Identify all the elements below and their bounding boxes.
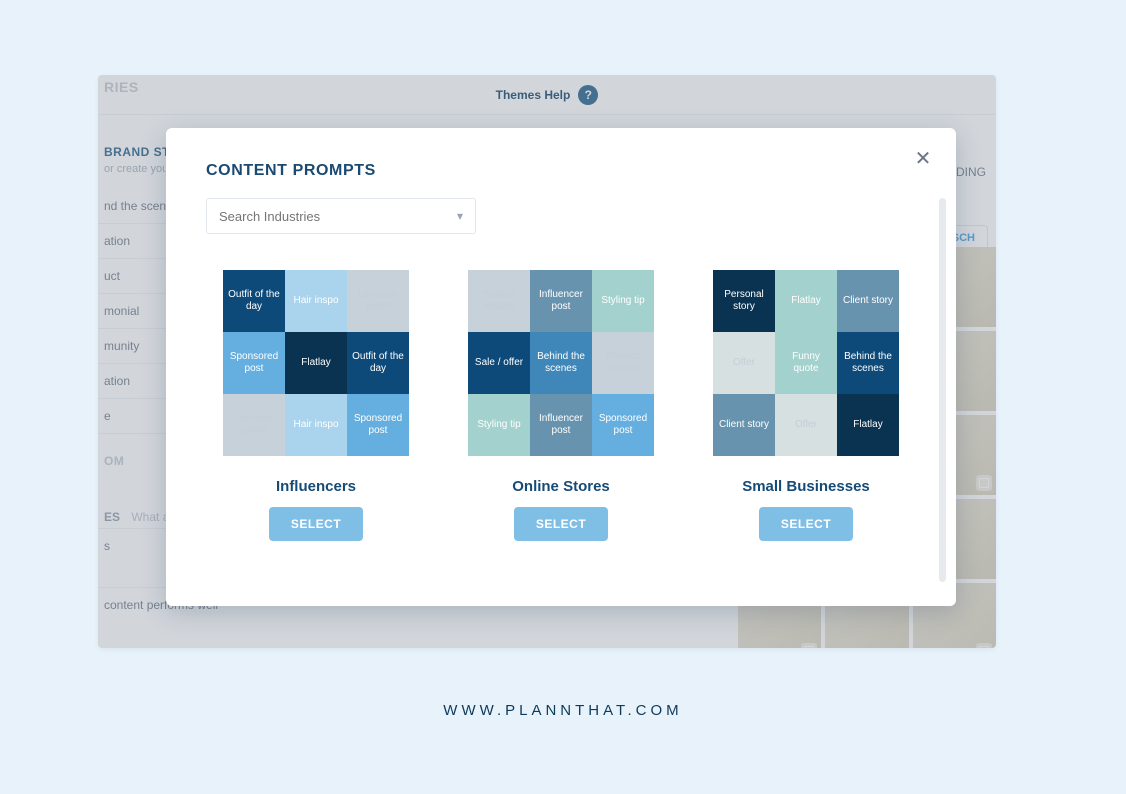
prompt-tile[interactable]: Offer [775, 394, 837, 456]
select-button[interactable]: SELECT [514, 507, 608, 541]
prompt-tile[interactable]: Styling tip [468, 394, 530, 456]
card-title: Influencers [276, 478, 356, 495]
tile-grid: Outfit of the dayHair inspoUp-close phot… [223, 270, 409, 456]
prompt-tile[interactable]: Up-close photo [223, 394, 285, 456]
prompt-tile[interactable]: Sponsored post [223, 332, 285, 394]
cards-row: Outfit of the dayHair inspoUp-close phot… [206, 270, 916, 541]
prompt-card: Outfit of the dayHair inspoUp-close phot… [216, 270, 416, 541]
card-title: Small Businesses [742, 478, 870, 495]
search-industries[interactable]: ▾ [206, 198, 476, 234]
prompt-tile[interactable]: Sponsored post [592, 394, 654, 456]
prompt-tile[interactable]: Sale / offer [468, 332, 530, 394]
chevron-down-icon[interactable]: ▾ [457, 209, 463, 223]
prompt-tile[interactable]: Flatlay [775, 270, 837, 332]
content-prompts-modal: ✕ CONTENT PROMPTS ▾ Outfit of the dayHai… [166, 128, 956, 606]
prompt-tile[interactable]: Behind the scenes [530, 332, 592, 394]
prompt-tile[interactable]: Hair inspo [285, 270, 347, 332]
prompt-tile[interactable]: Behind the scenes [837, 332, 899, 394]
tile-grid: Personal storyFlatlayClient storyOfferFu… [713, 270, 899, 456]
prompt-tile[interactable]: Styling tip [592, 270, 654, 332]
prompt-card: Personal storyFlatlayClient storyOfferFu… [706, 270, 906, 541]
prompt-tile[interactable]: Product feature [468, 270, 530, 332]
prompt-card: Product featureInfluencer postStyling ti… [461, 270, 661, 541]
prompt-tile[interactable]: Offer [713, 332, 775, 394]
card-title: Online Stores [512, 478, 610, 495]
close-icon[interactable]: ✕ [910, 146, 936, 172]
prompt-tile[interactable]: Product feature [592, 332, 654, 394]
prompt-tile[interactable]: Outfit of the day [223, 270, 285, 332]
prompt-tile[interactable]: Sponsored post [347, 394, 409, 456]
page-footer-url: WWW.PLANNTHAT.COM [0, 702, 1126, 719]
prompt-tile[interactable]: Influencer post [530, 270, 592, 332]
prompt-tile[interactable]: Hair inspo [285, 394, 347, 456]
prompt-tile[interactable]: Personal story [713, 270, 775, 332]
prompt-tile[interactable]: Influencer post [530, 394, 592, 456]
tile-grid: Product featureInfluencer postStyling ti… [468, 270, 654, 456]
prompt-tile[interactable]: Flatlay [285, 332, 347, 394]
prompt-tile[interactable]: Flatlay [837, 394, 899, 456]
prompt-tile[interactable]: Client story [713, 394, 775, 456]
prompt-tile[interactable]: Client story [837, 270, 899, 332]
modal-title: CONTENT PROMPTS [206, 162, 916, 180]
modal-scrollbar[interactable] [939, 198, 946, 582]
select-button[interactable]: SELECT [759, 507, 853, 541]
prompt-tile[interactable]: Funny quote [775, 332, 837, 394]
prompt-tile[interactable]: Outfit of the day [347, 332, 409, 394]
prompt-tile[interactable]: Up-close photo [347, 270, 409, 332]
search-input[interactable] [219, 209, 457, 224]
select-button[interactable]: SELECT [269, 507, 363, 541]
